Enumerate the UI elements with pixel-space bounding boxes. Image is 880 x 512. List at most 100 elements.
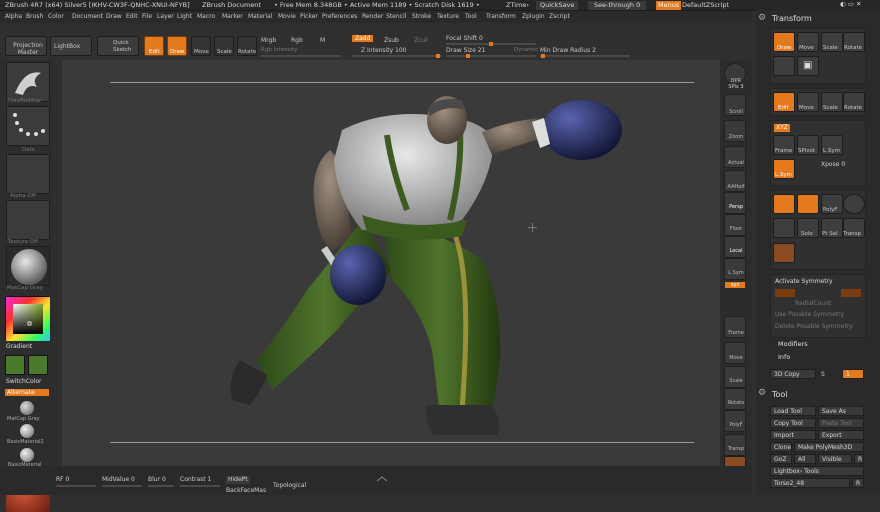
rgb-button[interactable]: Rgb bbox=[291, 37, 303, 44]
goz-button[interactable]: GoZ bbox=[770, 454, 792, 464]
gradient-toggle[interactable]: Gradient bbox=[6, 343, 32, 350]
scale-mode-button[interactable]: Scale bbox=[214, 36, 234, 56]
zadd-button[interactable]: Zadd bbox=[352, 35, 374, 42]
gear-icon[interactable]: ⚙ bbox=[758, 13, 766, 23]
save-as-button[interactable]: Save As bbox=[818, 406, 864, 416]
focal-shift-slider[interactable]: Focal Shift 0 bbox=[446, 35, 483, 42]
sym-x-toggle[interactable] bbox=[775, 289, 795, 297]
menu-edit[interactable]: Edit bbox=[126, 13, 138, 20]
sym-z-toggle[interactable] bbox=[841, 289, 861, 297]
menu-zplugin[interactable]: Zplugin bbox=[522, 13, 545, 20]
menu-layer[interactable]: Layer bbox=[157, 13, 174, 20]
visible-button[interactable]: Visible bbox=[818, 454, 852, 464]
midvalue-slider[interactable]: MidValue 0 bbox=[102, 476, 135, 484]
transp-toggle-icon[interactable]: Transp bbox=[843, 218, 865, 238]
subtool-r-button[interactable]: R bbox=[852, 478, 864, 488]
draw-size-slider[interactable]: Draw Size 21 bbox=[446, 47, 485, 54]
rf-slider[interactable]: RF 0 bbox=[56, 476, 69, 484]
tool-gear-icon[interactable]: ⚙ bbox=[758, 388, 766, 398]
xyz-toggle[interactable]: xyz bbox=[725, 282, 745, 288]
frame-icon[interactable]: Frame bbox=[773, 135, 795, 155]
copy-count-field[interactable]: 1 bbox=[842, 369, 864, 379]
quicksave-button[interactable]: QuickSave bbox=[536, 1, 579, 10]
window-controls[interactable]: ◐ ▭ ✕ bbox=[840, 0, 861, 9]
matcap-gray-icon[interactable] bbox=[20, 401, 34, 415]
min-draw-radius-track[interactable] bbox=[540, 54, 630, 58]
menu-stencil[interactable]: Stencil bbox=[386, 13, 406, 20]
tray-scale-button[interactable]: Scale bbox=[821, 32, 843, 52]
menu-picker[interactable]: Picker bbox=[300, 13, 318, 20]
camera-icon[interactable]: ▣ bbox=[797, 56, 819, 76]
menu-transform[interactable]: Transform bbox=[486, 13, 516, 20]
make-polymesh-button[interactable]: Make PolyMesh3D bbox=[794, 442, 864, 452]
material-thumbnail[interactable] bbox=[6, 246, 50, 286]
focal-shift-track[interactable] bbox=[446, 42, 536, 46]
min-draw-radius-slider[interactable]: Min Draw Radius 2 bbox=[540, 47, 596, 54]
focal-shift-handle[interactable] bbox=[489, 42, 493, 46]
menu-material[interactable]: Material bbox=[248, 13, 272, 20]
alpha-thumbnail[interactable] bbox=[6, 154, 50, 194]
rotate-button[interactable] bbox=[724, 388, 746, 410]
menus-toggle[interactable]: Menus bbox=[656, 1, 682, 10]
menu-draw[interactable]: Draw bbox=[106, 13, 122, 20]
persp-button[interactable] bbox=[724, 192, 746, 214]
menu-macro[interactable]: Macro bbox=[197, 13, 215, 20]
rotate-mode-button[interactable]: Rotate bbox=[237, 36, 257, 56]
rgb-intensity-track[interactable] bbox=[261, 55, 341, 57]
lsym-active-icon[interactable]: L.Sym bbox=[773, 159, 795, 179]
basic-material2-icon[interactable] bbox=[20, 424, 34, 438]
transform-palette-title[interactable]: Transform bbox=[772, 14, 812, 23]
menu-file[interactable]: File bbox=[142, 13, 152, 20]
midvalue-track[interactable] bbox=[102, 485, 142, 487]
tray-move-button[interactable]: Move bbox=[797, 32, 819, 52]
menu-color[interactable]: Color bbox=[48, 13, 64, 20]
menu-zscript[interactable]: Zscript bbox=[549, 13, 570, 20]
menu-marker[interactable]: Marker bbox=[222, 13, 243, 20]
clone-button[interactable]: Clone bbox=[770, 442, 792, 452]
copy-3d-button[interactable]: 3D Copy bbox=[770, 369, 816, 379]
m-button[interactable]: M bbox=[320, 37, 325, 44]
solo-dynamic-icon[interactable] bbox=[773, 194, 795, 214]
menu-alpha[interactable]: Alpha bbox=[5, 13, 22, 20]
hidept-button[interactable]: HidePt bbox=[226, 476, 250, 484]
info-section[interactable]: Info bbox=[778, 353, 790, 361]
projection-master-button[interactable]: Projection Master bbox=[5, 36, 47, 56]
polyf-button[interactable] bbox=[724, 410, 746, 432]
menu-render[interactable]: Render bbox=[362, 13, 383, 20]
ghost-icon[interactable] bbox=[773, 243, 795, 263]
blur-slider[interactable]: Blur 0 bbox=[148, 476, 166, 484]
zsub-button[interactable]: Zsub bbox=[384, 37, 399, 44]
tray-scale2-button[interactable]: Scale bbox=[821, 92, 843, 112]
spivot-icon[interactable]: SPivot bbox=[797, 135, 819, 155]
spix-slider[interactable]: SPix 3 bbox=[722, 84, 750, 90]
solo-quick-icon[interactable] bbox=[797, 194, 819, 214]
menu-texture[interactable]: Texture bbox=[437, 13, 459, 20]
move-mode-button[interactable]: Move bbox=[191, 36, 211, 56]
menu-tool[interactable]: Tool bbox=[465, 13, 477, 20]
copy-tool-button[interactable]: Copy Tool bbox=[770, 418, 816, 428]
texture-thumbnail[interactable] bbox=[6, 200, 50, 240]
color-picker[interactable] bbox=[5, 296, 50, 341]
r-button[interactable]: R bbox=[854, 454, 864, 464]
modifiers-section[interactable]: Modifiers bbox=[778, 340, 808, 348]
menu-stroke[interactable]: Stroke bbox=[412, 13, 431, 20]
transp-icon[interactable] bbox=[843, 194, 865, 214]
see-through-slider[interactable]: See-through 0 bbox=[588, 1, 647, 10]
quick-sketch-button[interactable]: Quick Sketch bbox=[97, 36, 139, 56]
xyz-symmetry-toggle[interactable]: XYZ bbox=[774, 124, 790, 132]
z-intensity-handle[interactable] bbox=[436, 54, 440, 58]
blur-track[interactable] bbox=[148, 485, 174, 487]
tray-rotate-button[interactable]: Rotate bbox=[843, 32, 865, 52]
mrgb-button[interactable]: Mrgb bbox=[261, 37, 276, 44]
ptsel-icon[interactable]: Pt Sel bbox=[821, 218, 843, 238]
import-button[interactable]: Import bbox=[770, 430, 816, 440]
activate-symmetry-button[interactable]: Activate Symmetry bbox=[775, 278, 833, 286]
snapshot-icon[interactable] bbox=[773, 56, 795, 76]
dynamic-toggle[interactable]: Dynamic bbox=[514, 47, 538, 53]
secondary-color-swatch[interactable] bbox=[28, 355, 48, 375]
switch-color-button[interactable]: SwitchColor bbox=[6, 378, 42, 385]
zcut-button[interactable]: Zcut bbox=[414, 37, 428, 44]
rgb-intensity-slider[interactable]: Rgb Intensity bbox=[261, 47, 298, 53]
draw-mode-button[interactable]: Draw bbox=[167, 36, 187, 56]
contrast-slider[interactable]: Contrast 1 bbox=[180, 476, 211, 484]
